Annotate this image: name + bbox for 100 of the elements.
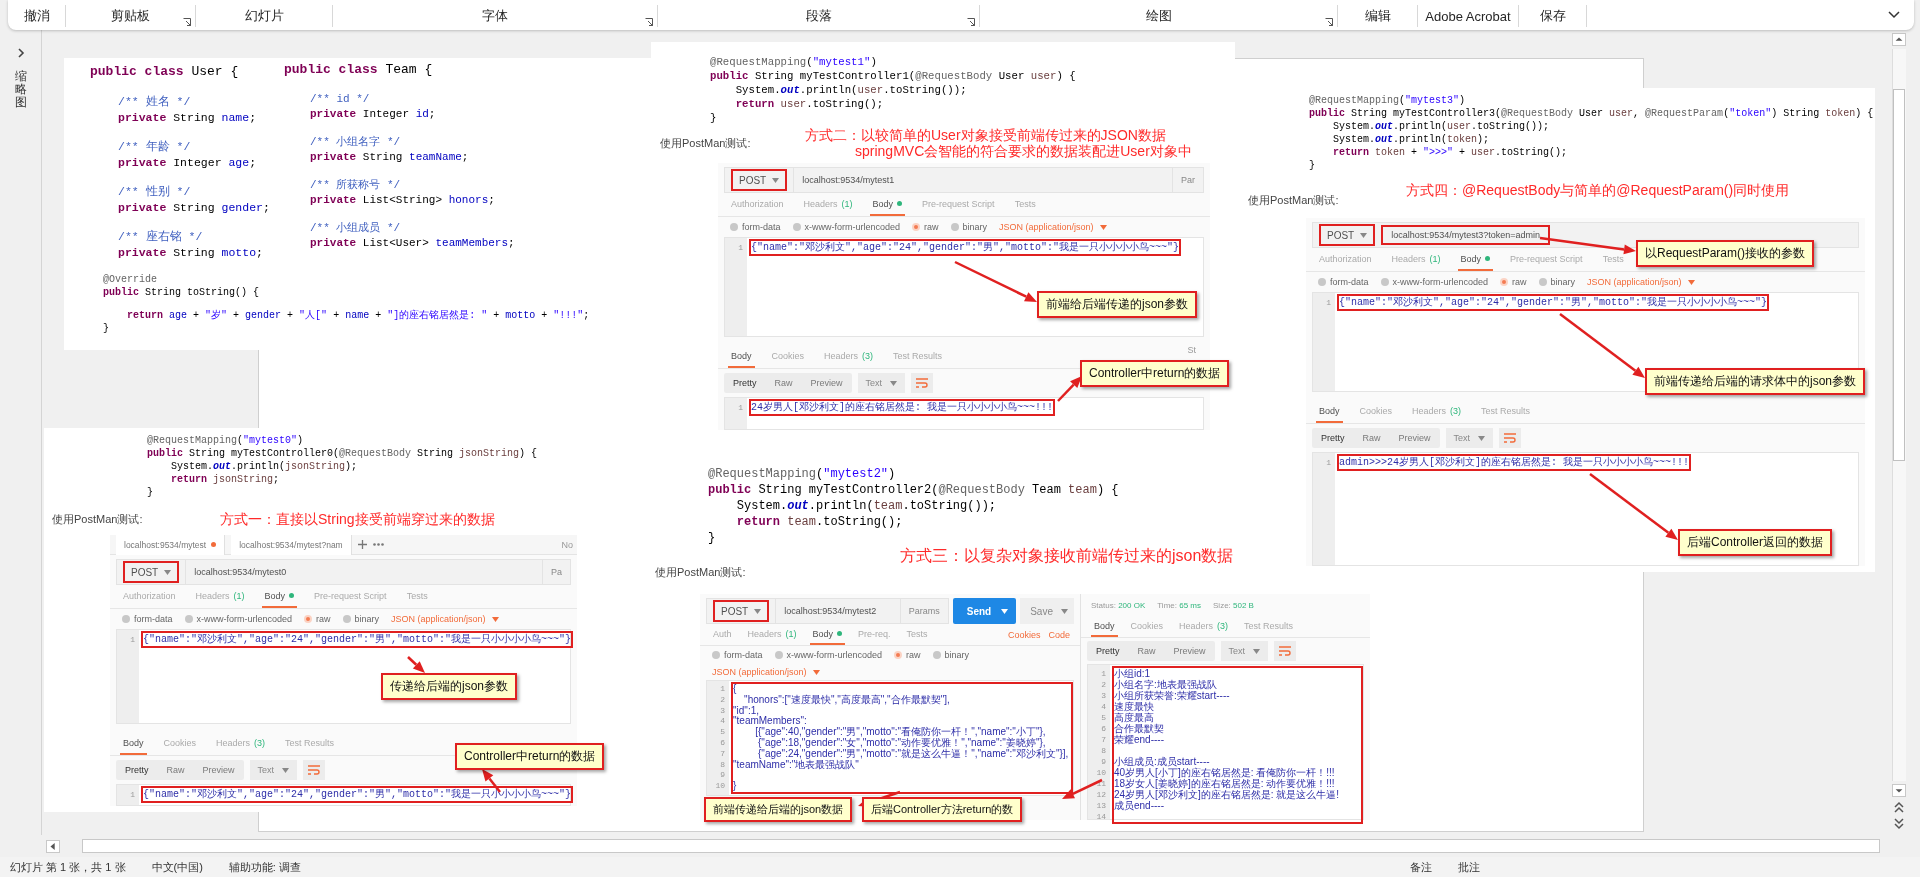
content-type-dropdown[interactable]: JSON (application/json)	[1587, 277, 1695, 287]
radio-option[interactable]: x-www-form-urlencoded	[792, 222, 901, 232]
radio-option[interactable]: binary	[342, 614, 380, 624]
radio-option[interactable]: raw	[1500, 277, 1527, 287]
tab[interactable]: Auth	[710, 624, 735, 645]
format-dropdown[interactable]: Text	[1445, 428, 1494, 448]
tab[interactable]: Tests	[1599, 248, 1627, 271]
tab[interactable]: Body	[869, 193, 906, 216]
dialog-launcher-icon[interactable]	[1325, 18, 1333, 26]
code-editor[interactable]: 1 24岁男人[邓沙利文]的座右铭居然是: 我是一只小小小小鸟~~~!!!	[724, 397, 1204, 430]
tab[interactable]: Test Results	[890, 345, 946, 368]
tab[interactable]: Pre-req.	[855, 624, 894, 645]
tab[interactable]: Body	[1457, 248, 1494, 271]
radio-option[interactable]: form-data	[1318, 277, 1369, 287]
format-dropdown[interactable]: Text	[1220, 641, 1269, 661]
radio-option[interactable]: raw	[894, 650, 921, 660]
tab[interactable]: Pre-request Script	[311, 585, 390, 608]
tab[interactable]: Body	[261, 585, 298, 608]
more-icon[interactable]	[372, 543, 384, 546]
view-mode-tab[interactable]: Pretty	[116, 760, 158, 780]
tab[interactable]: Pre-request Script	[919, 193, 998, 216]
radio-option[interactable]: form-data	[122, 614, 173, 624]
radio-option[interactable]: x-www-form-urlencoded	[774, 650, 883, 660]
radio-option[interactable]: raw	[912, 222, 939, 232]
format-dropdown[interactable]: Text	[249, 760, 298, 780]
request-tab[interactable]: localhost:9534/mytest	[116, 534, 226, 555]
link[interactable]: Cookies	[1007, 629, 1041, 640]
radio-option[interactable]: x-www-form-urlencoded	[184, 614, 293, 624]
dialog-launcher-icon[interactable]	[967, 18, 975, 26]
content-type-dropdown[interactable]: JSON (application/json)	[712, 667, 820, 677]
tab[interactable]: Test Results	[1478, 400, 1534, 423]
view-mode-tab[interactable]: Pretty	[724, 373, 766, 393]
status-button[interactable]: 批注	[1458, 859, 1480, 875]
next-slide-icon[interactable]	[1893, 817, 1905, 831]
radio-option[interactable]: binary	[1538, 277, 1576, 287]
dialog-launcher-icon[interactable]	[183, 18, 191, 26]
view-mode-tab[interactable]: Pretty	[1312, 428, 1354, 448]
url-field[interactable]: localhost:9534/mytest1	[793, 168, 1172, 192]
pane-label[interactable]: 缩略图	[14, 70, 27, 110]
method-dropdown[interactable]: POST	[1319, 224, 1376, 246]
tab[interactable]: Cookies	[160, 732, 200, 755]
tab[interactable]: Tests	[1011, 193, 1039, 216]
tab[interactable]: Headers (3)	[821, 345, 877, 368]
tab[interactable]: Headers (1)	[192, 585, 248, 608]
collapse-ribbon-icon[interactable]	[1888, 11, 1900, 19]
scroll-left-icon[interactable]	[46, 839, 60, 853]
radio-option[interactable]: raw	[304, 614, 331, 624]
tab[interactable]: Body	[1316, 400, 1343, 423]
tab[interactable]: Test Results	[282, 732, 338, 755]
tab[interactable]: Authorization	[1316, 248, 1375, 271]
view-mode-tab[interactable]: Raw	[1353, 428, 1390, 448]
dialog-launcher-icon[interactable]	[645, 18, 653, 26]
previous-slide-icon[interactable]	[1893, 800, 1905, 814]
radio-option[interactable]: form-data	[712, 650, 763, 660]
tab[interactable]: Body	[809, 624, 846, 645]
view-mode-tab[interactable]: Preview	[1389, 428, 1440, 448]
scrollbar-thumb[interactable]	[1893, 89, 1905, 461]
tab[interactable]: Headers (3)	[213, 732, 269, 755]
tab[interactable]: Body	[120, 732, 147, 755]
tab[interactable]: Tests	[403, 585, 431, 608]
tab[interactable]: Test Results	[1241, 616, 1297, 637]
tab[interactable]: Cookies	[768, 345, 808, 368]
tab[interactable]: Headers (1)	[800, 193, 856, 216]
tab[interactable]: Headers (1)	[744, 624, 800, 645]
link[interactable]: Code	[1048, 629, 1070, 640]
view-mode-tab[interactable]: Pretty	[1087, 641, 1129, 661]
radio-option[interactable]: binary	[932, 650, 970, 660]
status-button[interactable]: 备注	[1410, 859, 1432, 875]
tab[interactable]: Cookies	[1127, 616, 1167, 637]
url-field[interactable]: localhost:9534/mytest3?token=admin	[1381, 225, 1551, 245]
view-mode-tab[interactable]: Preview	[1164, 641, 1215, 661]
code-editor[interactable]: 1 {"name":"邓沙利文","age":"24","gender":"男","motto":"我是一只小小小小鸟~~~"}	[116, 784, 571, 806]
method-dropdown[interactable]: POST	[123, 561, 180, 583]
format-dropdown[interactable]: Text	[857, 373, 906, 393]
plus-icon[interactable]	[357, 540, 367, 549]
method-dropdown[interactable]: POST	[713, 600, 770, 622]
tab[interactable]: Body	[728, 345, 755, 368]
tab[interactable]: Body	[1091, 616, 1118, 637]
request-tab[interactable]: localhost:9534/mytest?nam	[231, 534, 352, 555]
tab[interactable]: Authorization	[728, 193, 787, 216]
url-field[interactable]: localhost:9534/mytest0	[185, 560, 542, 584]
tab[interactable]: Cookies	[1356, 400, 1396, 423]
save-button[interactable]: Save	[1020, 598, 1074, 624]
radio-option[interactable]: binary	[950, 222, 988, 232]
scroll-up-icon[interactable]	[1892, 33, 1906, 46]
view-mode-tab[interactable]: Raw	[765, 373, 802, 393]
tab[interactable]: Tests	[903, 624, 931, 645]
scroll-down-icon[interactable]	[1892, 784, 1906, 797]
tab[interactable]: Headers (1)	[1388, 248, 1444, 271]
radio-option[interactable]: form-data	[730, 222, 781, 232]
content-type-dropdown[interactable]: JSON (application/json)	[999, 222, 1107, 232]
content-type-dropdown[interactable]: JSON (application/json)	[391, 614, 499, 624]
view-mode-tab[interactable]: Preview	[801, 373, 852, 393]
scrollbar-thumb[interactable]	[82, 839, 1880, 853]
url-field[interactable]: localhost:9534/mytest2	[775, 599, 900, 623]
tab[interactable]: Headers (3)	[1409, 400, 1465, 423]
method-dropdown[interactable]: POST	[731, 169, 788, 191]
send-button[interactable]: Send	[952, 598, 1017, 624]
tab[interactable]: Pre-request Script	[1507, 248, 1586, 271]
view-mode-tab[interactable]: Preview	[193, 760, 244, 780]
